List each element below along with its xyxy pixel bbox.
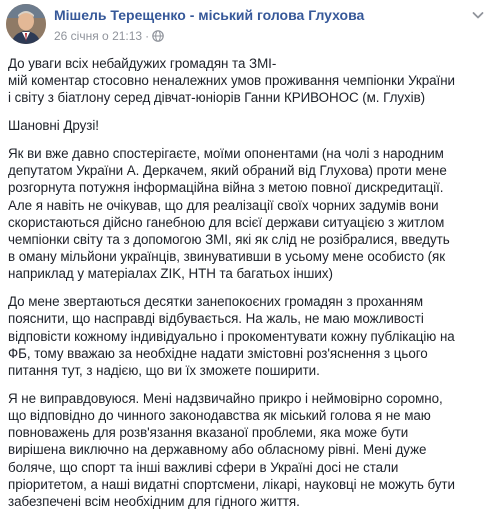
post-timestamp[interactable]: 26 січня о 21:13	[54, 29, 142, 43]
avatar-photo	[6, 4, 46, 44]
author-name-link[interactable]: Мішель Терещенко - міський голова Глухов…	[54, 7, 364, 23]
post-paragraph-apology: Я не виправдовуюся. Мені надзвичайно при…	[8, 390, 455, 510]
post-paragraph-greeting: Шановні Друзі!	[8, 118, 99, 134]
post-header: Мішель Терещенко - міський голова Глухов…	[0, 0, 493, 48]
avatar[interactable]	[6, 4, 46, 44]
post-meta: 26 січня о 21:13 ·	[54, 29, 164, 43]
post-paragraph-intro: До уваги всіх небайдужих громадян та ЗМІ…	[8, 56, 455, 106]
post-paragraph-opponents: Як ви вже давно спостерігаєте, моїми опо…	[8, 146, 450, 282]
meta-separator: ·	[145, 29, 150, 43]
chevron-down-icon[interactable]	[471, 8, 485, 22]
post-paragraph-citizens: До мене звертаються десятки занепокоєних…	[8, 294, 455, 379]
globe-icon[interactable]	[152, 30, 164, 42]
post-body: До уваги всіх небайдужих громадян та ЗМІ…	[8, 55, 490, 521]
